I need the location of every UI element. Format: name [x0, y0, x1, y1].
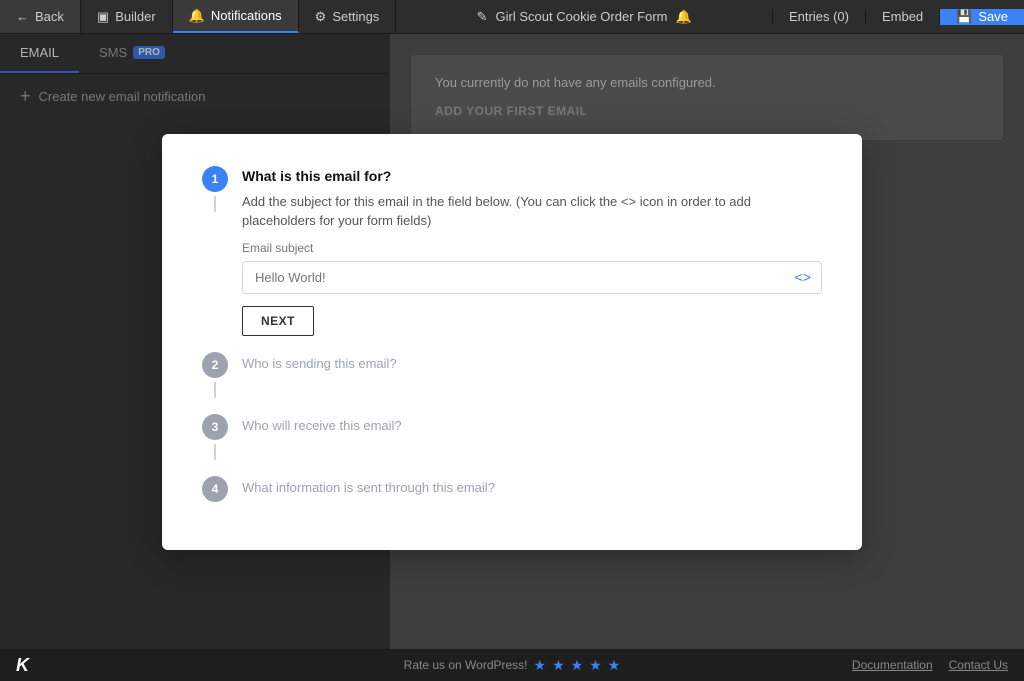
star-4: ★: [589, 657, 602, 674]
email-subject-input-row: <>: [242, 261, 822, 294]
back-icon: ←: [16, 9, 29, 24]
star-3: ★: [571, 657, 584, 674]
top-nav: ← Back ▣ Builder 🔔 Notifications ⚙ Setti…: [0, 0, 1024, 34]
notifications-tab[interactable]: 🔔 Notifications: [173, 0, 299, 33]
gear-icon: ⚙: [315, 9, 327, 25]
step-2-line: [214, 382, 216, 398]
save-icon: 💾: [956, 9, 972, 25]
email-subject-input[interactable]: [243, 262, 785, 293]
step-3: 3 Who will receive this email?: [202, 414, 822, 460]
step-1: 1 What is this email for? Add the subjec…: [202, 166, 822, 336]
save-button[interactable]: 💾 Save: [939, 9, 1024, 25]
placeholder-icon[interactable]: <>: [785, 269, 821, 285]
step-3-circle: 3: [202, 414, 228, 440]
modal-overlay: 1 What is this email for? Add the subjec…: [0, 34, 1024, 649]
bell-icon: 🔔: [189, 8, 205, 24]
embed-button[interactable]: Embed: [865, 9, 939, 24]
nav-right: Entries (0) Embed 💾 Save: [772, 9, 1024, 25]
star-2: ★: [552, 657, 565, 674]
step-1-content: What is this email for? Add the subject …: [242, 166, 822, 336]
step-1-field-label: Email subject: [242, 241, 822, 255]
contact-link[interactable]: Contact Us: [949, 658, 1008, 672]
footer-links: Documentation Contact Us: [852, 658, 1008, 672]
step-1-line: [214, 196, 216, 212]
edit-icon: ✎: [477, 9, 488, 25]
step-2: 2 Who is sending this email?: [202, 352, 822, 398]
step-4-circle: 4: [202, 476, 228, 502]
star-1: ★: [534, 657, 547, 674]
step-2-connector: 2: [202, 352, 228, 398]
step-1-connector: 1: [202, 166, 228, 212]
email-setup-modal: 1 What is this email for? Add the subjec…: [162, 134, 862, 550]
step-4-connector: 4: [202, 476, 228, 502]
footer-center: Rate us on WordPress! ★ ★ ★ ★ ★: [404, 657, 621, 674]
step-2-title: Who is sending this email?: [242, 352, 397, 371]
logo: K: [16, 655, 29, 676]
step-4: 4 What information is sent through this …: [202, 476, 822, 502]
form-title-area: ✎ Girl Scout Cookie Order Form 🔔: [396, 9, 772, 25]
step-1-circle: 1: [202, 166, 228, 192]
step-3-title: Who will receive this email?: [242, 414, 402, 433]
step-1-next-button[interactable]: NEXT: [242, 306, 314, 336]
builder-icon: ▣: [97, 9, 109, 25]
step-3-line: [214, 444, 216, 460]
documentation-link[interactable]: Documentation: [852, 658, 933, 672]
step-4-title: What information is sent through this em…: [242, 476, 495, 495]
back-button[interactable]: ← Back: [0, 0, 81, 33]
entries-button[interactable]: Entries (0): [772, 9, 865, 24]
settings-tab[interactable]: ⚙ Settings: [299, 0, 397, 33]
bell-icon-center: 🔔: [675, 9, 691, 25]
step-3-connector: 3: [202, 414, 228, 460]
step-1-title: What is this email for?: [242, 168, 822, 184]
form-title: Girl Scout Cookie Order Form: [496, 9, 668, 24]
star-5: ★: [608, 657, 621, 674]
rate-text: Rate us on WordPress!: [404, 658, 528, 672]
builder-tab[interactable]: ▣ Builder: [81, 0, 173, 33]
step-1-description: Add the subject for this email in the fi…: [242, 192, 822, 231]
step-2-circle: 2: [202, 352, 228, 378]
footer: K Rate us on WordPress! ★ ★ ★ ★ ★ Docume…: [0, 649, 1024, 681]
